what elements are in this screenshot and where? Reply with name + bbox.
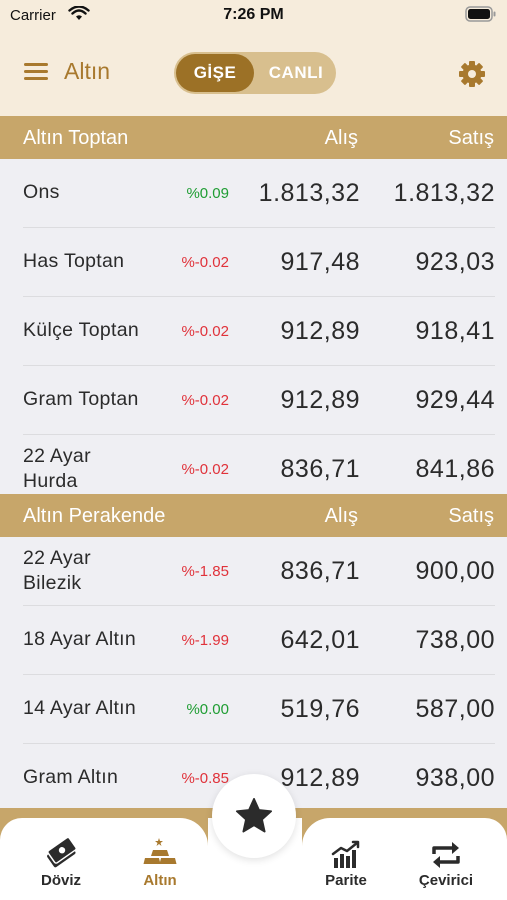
list-item[interactable]: 22 Ayar Bilezik %-1.85 836,71 900,00 <box>23 537 495 606</box>
sell-price: 738,00 <box>415 625 495 654</box>
buy-price: 1.813,32 <box>258 178 360 207</box>
mode-segmented-control: GİŞE CANLI <box>174 52 336 94</box>
buy-price: 519,76 <box>280 694 360 723</box>
status-bar: Carrier 7:26 PM <box>0 0 507 30</box>
sell-price: 1.813,32 <box>393 178 495 207</box>
sell-price: 918,41 <box>415 316 495 345</box>
section-title: Altın Toptan <box>23 127 129 149</box>
sell-price: 938,00 <box>415 763 495 792</box>
banknotes-icon <box>47 838 77 868</box>
change-percent: %-1.99 <box>181 631 229 649</box>
column-sell-label: Satış <box>448 127 494 149</box>
sell-price: 900,00 <box>415 556 495 585</box>
change-percent: %-0.02 <box>181 322 229 340</box>
battery-icon <box>465 6 496 22</box>
segment-gise[interactable]: GİŞE <box>176 54 254 92</box>
list-item[interactable]: 14 Ayar Altın %0.00 519,76 587,00 <box>23 675 495 744</box>
sell-price: 929,44 <box>415 385 495 414</box>
column-sell-label: Satış <box>448 505 494 527</box>
list-item[interactable]: Gram Toptan %-0.02 912,89 929,44 <box>23 366 495 435</box>
buy-price: 917,48 <box>280 247 360 276</box>
change-percent: %0.09 <box>186 184 229 202</box>
buy-price: 912,89 <box>280 316 360 345</box>
swap-arrows-icon <box>432 842 460 868</box>
sell-price: 841,86 <box>415 454 495 483</box>
wholesale-list: Ons %0.09 1.813,32 1.813,32 Has Toptan %… <box>0 159 507 494</box>
item-name: Has Toptan <box>23 250 125 273</box>
change-percent: %-1.85 <box>181 562 229 580</box>
hamburger-menu-icon[interactable] <box>24 63 48 81</box>
tab-label: Çevirici <box>418 872 474 889</box>
star-icon <box>235 797 273 833</box>
status-time: 7:26 PM <box>223 6 284 23</box>
item-name: 14 Ayar Altın <box>23 697 137 720</box>
section-header-retail: Altın Perakende Alış Satış <box>0 494 507 537</box>
buy-price: 642,01 <box>280 625 360 654</box>
list-item[interactable]: Külçe Toptan %-0.02 912,89 918,41 <box>23 297 495 366</box>
item-name: Gram Toptan <box>23 388 139 411</box>
item-name: 22 Ayar Hurda <box>23 444 91 492</box>
change-percent: %-0.02 <box>181 253 229 271</box>
page-title: Altın <box>64 58 111 84</box>
section-title: Altın Perakende <box>23 505 166 527</box>
item-name: Ons <box>23 181 60 204</box>
gear-icon[interactable] <box>458 60 486 88</box>
tab-label: Döviz <box>40 872 81 889</box>
app-header: Altın GİŞE CANLI <box>0 30 507 116</box>
segment-canli[interactable]: CANLI <box>258 52 334 94</box>
buy-price: 836,71 <box>280 556 360 585</box>
item-name: Külçe Toptan <box>23 319 139 342</box>
column-buy-label: Alış <box>324 127 358 149</box>
retail-list: 22 Ayar Bilezik %-1.85 836,71 900,00 18 … <box>0 537 507 808</box>
sell-price: 587,00 <box>415 694 495 723</box>
tab-label: Altın <box>143 872 177 889</box>
favorites-button[interactable] <box>212 774 296 858</box>
buy-price: 836,71 <box>280 454 360 483</box>
tab-cevirici[interactable]: Çevirici <box>401 836 491 889</box>
change-percent: %-0.02 <box>181 460 229 478</box>
tab-parite[interactable]: Parite <box>301 836 391 889</box>
tab-altin[interactable]: Altın <box>115 836 205 889</box>
list-item[interactable]: Ons %0.09 1.813,32 1.813,32 <box>23 159 495 228</box>
list-item[interactable]: 18 Ayar Altın %-1.99 642,01 738,00 <box>23 606 495 675</box>
tab-doviz[interactable]: Döviz <box>16 836 106 889</box>
tab-label: Parite <box>325 872 367 889</box>
list-item[interactable]: Has Toptan %-0.02 917,48 923,03 <box>23 228 495 297</box>
item-name: 22 Ayar Bilezik <box>23 546 91 594</box>
item-name: 18 Ayar Altın <box>23 628 137 651</box>
sell-price: 923,03 <box>415 247 495 276</box>
buy-price: 912,89 <box>280 385 360 414</box>
item-name: Gram Altın <box>23 766 119 789</box>
gold-bars-icon <box>143 838 177 864</box>
change-percent: %0.00 <box>186 700 229 718</box>
bar-chart-icon <box>331 840 360 868</box>
section-header-wholesale: Altın Toptan Alış Satış <box>0 116 507 159</box>
column-buy-label: Alış <box>324 505 358 527</box>
change-percent: %-0.02 <box>181 391 229 409</box>
